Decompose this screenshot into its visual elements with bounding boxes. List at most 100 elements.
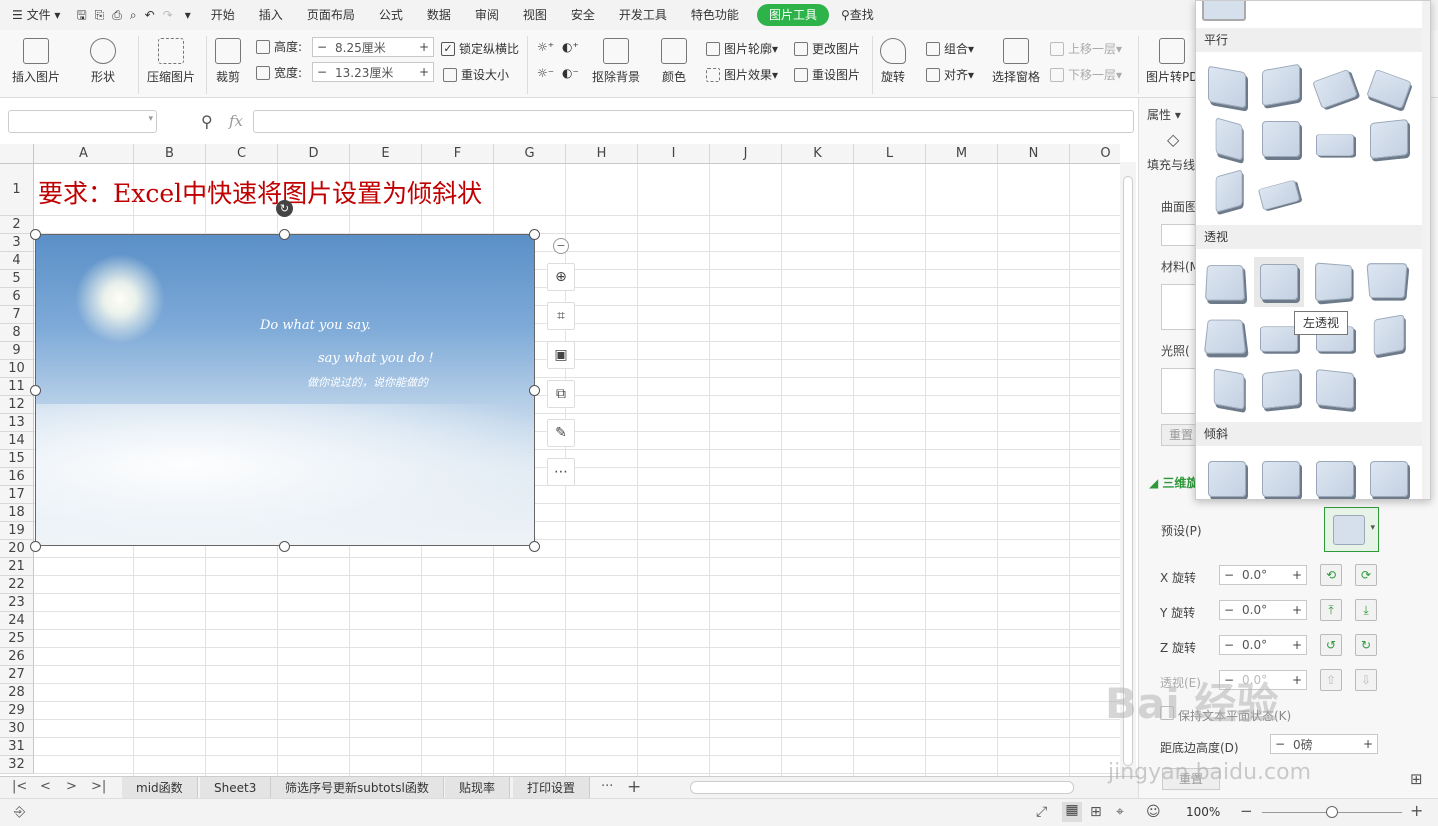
row-header-25[interactable]: 25 <box>0 630 34 648</box>
send-backward-button[interactable]: 下移一层 ▾ <box>1050 66 1122 83</box>
to-pdf-button[interactable]: 图片转PD <box>1146 38 1198 85</box>
oblique-preset-item[interactable] <box>1316 461 1354 497</box>
select-all-corner[interactable] <box>0 144 34 164</box>
row-header-13[interactable]: 13 <box>0 414 34 432</box>
y-rotation-stepper[interactable]: −0.0° + <box>1219 600 1307 620</box>
column-header-k[interactable]: K <box>782 144 854 164</box>
perspective-preset-item[interactable] <box>1260 264 1298 300</box>
zoom-level[interactable]: 100% <box>1186 805 1220 819</box>
fill-line-icon[interactable]: ◇ <box>1167 130 1179 149</box>
row-header-10[interactable]: 10 <box>0 360 34 378</box>
selection-pane-button[interactable]: 选择窗格 <box>992 38 1040 85</box>
tab-home[interactable]: 开始 <box>199 0 247 30</box>
print-icon[interactable]: ⎙ <box>108 0 126 30</box>
minus-icon[interactable]: − <box>1220 638 1238 652</box>
chevron-down-icon[interactable]: ▾ <box>148 114 153 124</box>
row-header-30[interactable]: 30 <box>0 720 34 738</box>
column-header-m[interactable]: M <box>926 144 998 164</box>
next-sheet-icon[interactable]: > <box>66 779 77 794</box>
oblique-preset-item[interactable] <box>1208 461 1246 497</box>
perspective-preset-item[interactable] <box>1315 262 1352 302</box>
column-header-g[interactable]: G <box>494 144 566 164</box>
gallery-scrollbar[interactable] <box>1422 1 1430 499</box>
row-header-24[interactable]: 24 <box>0 612 34 630</box>
sky-picture[interactable]: Do what you say. say what you do ! 做你说过的… <box>35 234 535 546</box>
sheet-tab-print-settings[interactable]: 打印设置 <box>513 777 591 799</box>
plus-icon[interactable]: + <box>415 40 433 54</box>
reset-picture-button[interactable]: 重设图片 <box>794 66 860 83</box>
row-header-31[interactable]: 31 <box>0 738 34 756</box>
minus-icon[interactable]: − <box>1220 603 1238 617</box>
sheet-tab-sheet3[interactable]: Sheet3 <box>200 777 272 799</box>
resize-handle-e[interactable] <box>529 385 540 396</box>
column-header-e[interactable]: E <box>350 144 422 164</box>
formula-input[interactable] <box>253 110 1134 133</box>
picture-outline-button[interactable]: 图片轮廓 ▾ <box>706 40 778 57</box>
contrast-up-button[interactable]: ◐⁺ <box>562 40 579 54</box>
rotate-ccw-icon[interactable]: ↺ <box>1320 634 1342 656</box>
file-menu[interactable]: ☰ 文件 ▾ <box>0 0 72 30</box>
brightness-up-button[interactable]: ☼⁺ <box>537 40 554 54</box>
parallel-preset-item[interactable] <box>1215 169 1243 213</box>
row-header-14[interactable]: 14 <box>0 432 34 450</box>
row-header-12[interactable]: 12 <box>0 396 34 414</box>
oblique-preset-item[interactable] <box>1262 461 1300 497</box>
perspective-preset-item[interactable] <box>1204 265 1246 301</box>
fullscreen-icon[interactable]: ⤢ <box>1036 804 1047 820</box>
eye-protection-icon[interactable]: ☺ <box>1146 804 1161 820</box>
zoom-in-status-icon[interactable]: + <box>1410 801 1423 820</box>
insert-picture-button[interactable]: 插入图片 <box>12 38 60 85</box>
undo-icon[interactable]: ↶ <box>141 0 159 30</box>
perspective-preset-item[interactable] <box>1316 369 1354 409</box>
row-header-26[interactable]: 26 <box>0 648 34 666</box>
plus-icon[interactable]: + <box>415 65 433 79</box>
perspective-preset-item[interactable] <box>1262 369 1300 409</box>
more-sheets-icon[interactable]: ··· <box>601 779 613 794</box>
change-picture-button[interactable]: 更改图片 <box>794 40 860 57</box>
row-header-6[interactable]: 6 <box>0 288 34 306</box>
minus-icon[interactable]: − <box>1220 568 1238 582</box>
add-sheet-icon[interactable]: + <box>627 777 641 797</box>
more-icon[interactable]: ⋯ <box>547 458 575 486</box>
row-header-3[interactable]: 3 <box>0 234 34 252</box>
row-header-16[interactable]: 16 <box>0 468 34 486</box>
prev-sheet-icon[interactable]: < <box>40 779 51 794</box>
rotate-right-icon[interactable]: ⟳ <box>1355 564 1377 586</box>
redo-icon[interactable]: ↷ <box>159 0 177 30</box>
tab-special[interactable]: 特色功能 <box>679 0 751 30</box>
row-header-7[interactable]: 7 <box>0 306 34 324</box>
cell-a1-title[interactable]: 要求：Excel中快速将图片设置为倾斜状 <box>38 174 482 210</box>
page-break-view-icon[interactable]: ⊞ <box>1090 804 1102 820</box>
column-header-f[interactable]: F <box>422 144 494 164</box>
last-sheet-icon[interactable]: >| <box>91 779 106 794</box>
open-icon[interactable]: ⎘ <box>91 0 109 30</box>
save-icon[interactable]: 🖫 <box>72 0 90 30</box>
print-preview-icon[interactable]: ⌕ <box>126 0 141 30</box>
parallel-preset-item[interactable] <box>1262 121 1300 157</box>
tab-view[interactable]: 视图 <box>511 0 559 30</box>
column-header-j[interactable]: J <box>710 144 782 164</box>
column-header-o[interactable]: O <box>1070 144 1120 164</box>
row-header-1[interactable]: 1 <box>0 164 34 216</box>
perspective-preset-item[interactable] <box>1260 326 1298 352</box>
rotate-left-icon[interactable]: ⟲ <box>1320 564 1342 586</box>
parallel-preset-item[interactable] <box>1370 119 1408 159</box>
rotate-down-icon[interactable]: ⤓ <box>1355 599 1377 621</box>
zoom-formula-icon[interactable]: ⚲ <box>201 112 213 131</box>
width-stepper[interactable]: −13.23厘米 + <box>312 62 434 82</box>
column-header-b[interactable]: B <box>134 144 206 164</box>
oblique-preset-item[interactable] <box>1370 461 1408 497</box>
row-header-28[interactable]: 28 <box>0 684 34 702</box>
perspective-preset-item[interactable] <box>1366 263 1408 299</box>
rotate-cw-icon[interactable]: ↻ <box>1355 634 1377 656</box>
plus-icon[interactable]: + <box>1288 568 1306 582</box>
row-header-8[interactable]: 8 <box>0 324 34 342</box>
x-rotation-stepper[interactable]: −0.0° + <box>1219 565 1307 585</box>
perspective-down-icon[interactable]: ⇩ <box>1355 669 1377 691</box>
macro-icon[interactable]: ⎆ <box>14 804 25 820</box>
resize-handle-nw[interactable] <box>30 229 41 240</box>
row-header-27[interactable]: 27 <box>0 666 34 684</box>
picture-fit-icon[interactable]: ▣ <box>547 341 575 369</box>
picture-edit-icon[interactable]: ✎ <box>547 419 575 447</box>
section-3d-rotation[interactable]: ◢ 三维旋 <box>1149 474 1198 491</box>
